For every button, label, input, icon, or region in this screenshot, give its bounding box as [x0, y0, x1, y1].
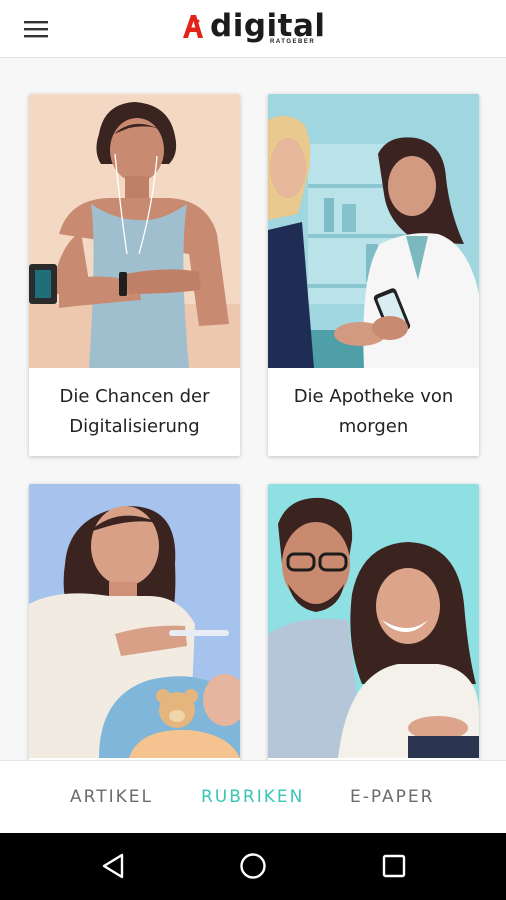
card-mother-baby[interactable]	[29, 484, 240, 760]
couple-illustration	[268, 484, 479, 758]
card-title: Die Apotheke von morgen	[293, 386, 454, 437]
home-icon	[240, 853, 266, 879]
menu-button[interactable]	[16, 15, 56, 43]
recents-button[interactable]	[377, 849, 411, 883]
app-bar: digital RATGEBER	[0, 0, 506, 58]
hamburger-menu-icon	[24, 21, 48, 38]
app-logo: digital RATGEBER	[180, 6, 330, 50]
woman-smartwatch-illustration	[29, 94, 240, 368]
card-title: Die Chancen der Digitalisierung	[59, 386, 210, 437]
logo-subtext: RATGEBER	[270, 39, 316, 45]
card-apotheke-von-morgen[interactable]: Die Apotheke von morgen	[268, 94, 479, 456]
bottom-tab-bar: ARTIKEL RUBRIKEN E-PAPER	[0, 760, 506, 833]
system-navigation-bar	[0, 833, 506, 900]
recents-icon	[382, 854, 406, 878]
tab-artikel[interactable]: ARTIKEL	[70, 787, 153, 807]
pharmacist-illustration	[268, 94, 479, 368]
card-chancen-digitalisierung[interactable]: Die Chancen der Digitalisierung	[29, 94, 240, 456]
rubriken-grid: Die Chancen der Digitalisierung Die Apot…	[0, 58, 506, 760]
home-button[interactable]	[236, 849, 270, 883]
apotheke-a-icon	[183, 15, 203, 38]
tab-e-paper[interactable]: E-PAPER	[350, 787, 434, 807]
tab-rubriken[interactable]: RUBRIKEN	[201, 787, 304, 807]
card-couple-tablet[interactable]	[268, 484, 479, 760]
mother-baby-illustration	[29, 484, 240, 758]
back-icon	[102, 853, 124, 879]
back-button[interactable]	[97, 849, 131, 883]
